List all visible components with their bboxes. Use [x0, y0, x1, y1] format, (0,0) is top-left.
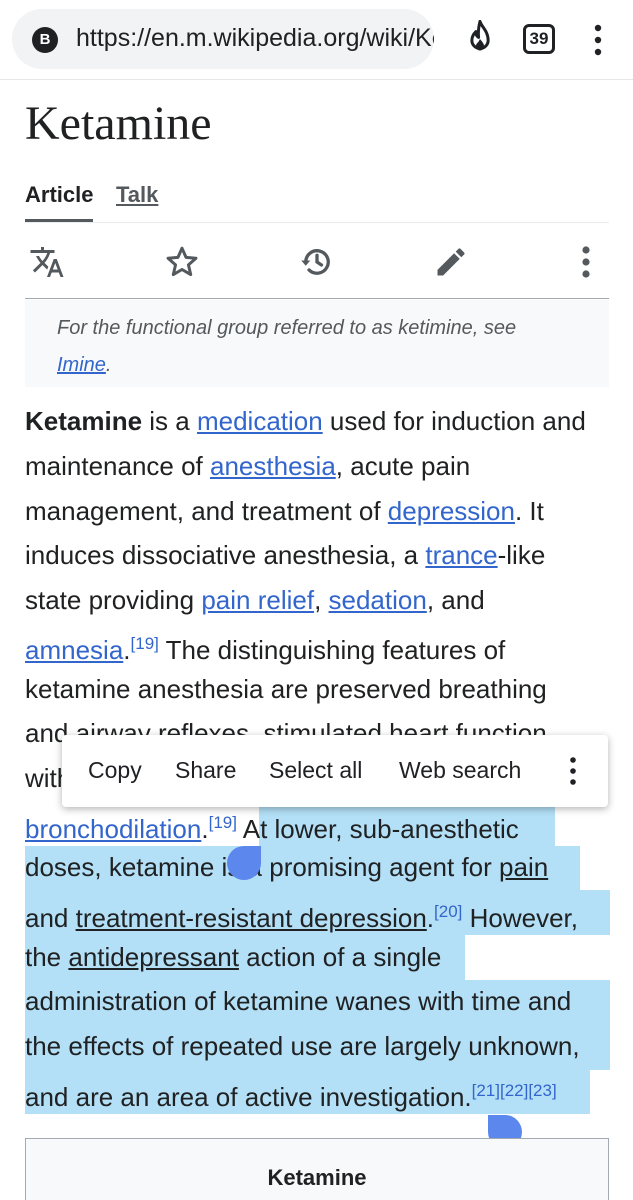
translate-icon[interactable] [29, 244, 65, 280]
text-run: doses, ketamine is a promising agent for [25, 852, 500, 882]
browser-menu-icon[interactable] [590, 24, 606, 56]
citation-link[interactable]: [20] [434, 902, 462, 921]
star-icon[interactable] [164, 244, 200, 280]
site-favicon-icon: B [32, 27, 58, 53]
more-options-icon[interactable] [566, 755, 580, 787]
selection-start-handle[interactable] [227, 846, 261, 880]
link-anesthesia[interactable]: anesthesia [210, 451, 336, 481]
article-subject: Ketamine [25, 406, 143, 436]
text-run: and are an area of active investigation. [25, 1082, 472, 1112]
text-run: is a [142, 406, 197, 436]
text-run: action of a single [238, 942, 442, 972]
actions-divider [25, 298, 609, 299]
link-antidepressant[interactable]: antidepressant [68, 942, 239, 972]
paragraph-line: doses, ketamine is a promising agent for… [25, 852, 548, 882]
address-bar[interactable]: B https://en.m.wikipedia.org/wiki/Ketami… [12, 9, 434, 69]
paragraph-line: ketamine anesthesia are preserved breath… [25, 674, 547, 704]
flame-icon[interactable] [463, 20, 497, 58]
paragraph-line: management, and treatment of depression.… [25, 496, 544, 526]
text-run: However, [462, 903, 578, 933]
share-button[interactable]: Share [175, 757, 236, 784]
tab-switcher-button[interactable]: 39 [523, 24, 555, 54]
link-amnesia[interactable]: amnesia [25, 635, 123, 665]
text-run: used for induction and [322, 406, 586, 436]
text-selection-menu: Copy Share Select all Web search [62, 735, 608, 807]
paragraph-line: and treatment-resistant depression.[20] … [25, 897, 578, 933]
paragraph-line: maintenance of anesthesia, acute pain [25, 451, 470, 481]
link-medication[interactable]: medication [197, 406, 323, 436]
edit-pencil-icon[interactable] [433, 244, 469, 280]
citation-link[interactable]: [19] [209, 813, 237, 832]
text-run: . [201, 814, 209, 844]
url-text[interactable]: https://en.m.wikipedia.org/wiki/Ketamine [76, 24, 434, 53]
select-all-button[interactable]: Select all [269, 757, 362, 784]
hatnote: For the functional group referred to as … [25, 300, 609, 387]
page-title: Ketamine [25, 97, 212, 150]
tab-talk[interactable]: Talk [116, 182, 158, 208]
tab-article[interactable]: Article [25, 182, 93, 208]
link-depression[interactable]: depression [388, 496, 515, 526]
text-run: . It [514, 496, 544, 526]
text-run: maintenance of [25, 451, 211, 481]
text-run: . [426, 903, 435, 933]
text-run: the [25, 942, 69, 972]
hatnote-text: For the functional group referred to as … [57, 317, 517, 339]
infobox: Ketamine [25, 1138, 609, 1200]
browser-toolbar: B https://en.m.wikipedia.org/wiki/Ketami… [0, 0, 633, 80]
paragraph-line: and are an area of active investigation.… [25, 1076, 557, 1112]
copy-button[interactable]: Copy [88, 757, 142, 784]
text-run: , and [426, 585, 485, 615]
link-treatment-resistant-depression[interactable]: treatment-resistant depression [76, 903, 427, 933]
citation-link[interactable]: [19] [131, 634, 159, 653]
text-run: At lower, sub-anesthetic [236, 814, 519, 844]
text-run: management, and treatment of [25, 496, 388, 526]
link-bronchodilation[interactable]: bronchodilation [25, 814, 201, 844]
text-run: -like [497, 540, 546, 570]
text-run: , [314, 585, 329, 615]
paragraph-line: Ketamine is a medication used for induct… [25, 406, 586, 436]
paragraph-line: amnesia.[19] The distinguishing features… [25, 629, 505, 665]
hatnote-period: . [105, 354, 112, 376]
web-search-button[interactable]: Web search [399, 757, 521, 784]
citation-link[interactable]: [21][22][23] [472, 1081, 557, 1100]
link-pain-relief[interactable]: pain relief [201, 585, 314, 615]
link-sedation[interactable]: sedation [329, 585, 427, 615]
text-run: . [123, 635, 131, 665]
paragraph-line: the effects of repeated use are largely … [25, 1031, 580, 1061]
history-icon[interactable] [299, 244, 335, 280]
text-run: state providing [25, 585, 202, 615]
hatnote-link-imine[interactable]: Imine [57, 354, 106, 376]
paragraph-line: the antidepressant action of a single [25, 942, 441, 972]
paragraph-line: induces dissociative anesthesia, a tranc… [25, 540, 545, 570]
infobox-title: Ketamine [267, 1165, 367, 1190]
text-run: and [25, 903, 76, 933]
link-trance[interactable]: trance [425, 540, 497, 570]
paragraph-line: bronchodilation.[19] At lower, sub-anest… [25, 808, 519, 844]
text-run: , acute pain [335, 451, 471, 481]
link-pain[interactable]: pain [499, 852, 548, 882]
page-more-icon[interactable] [568, 244, 604, 280]
text-run: The distinguishing features of [158, 635, 506, 665]
tabs-divider [25, 222, 609, 223]
paragraph-line: state providing pain relief, sedation, a… [25, 585, 485, 615]
paragraph-line: administration of ketamine wanes with ti… [25, 986, 572, 1016]
text-run: induces dissociative anesthesia, a [25, 540, 426, 570]
